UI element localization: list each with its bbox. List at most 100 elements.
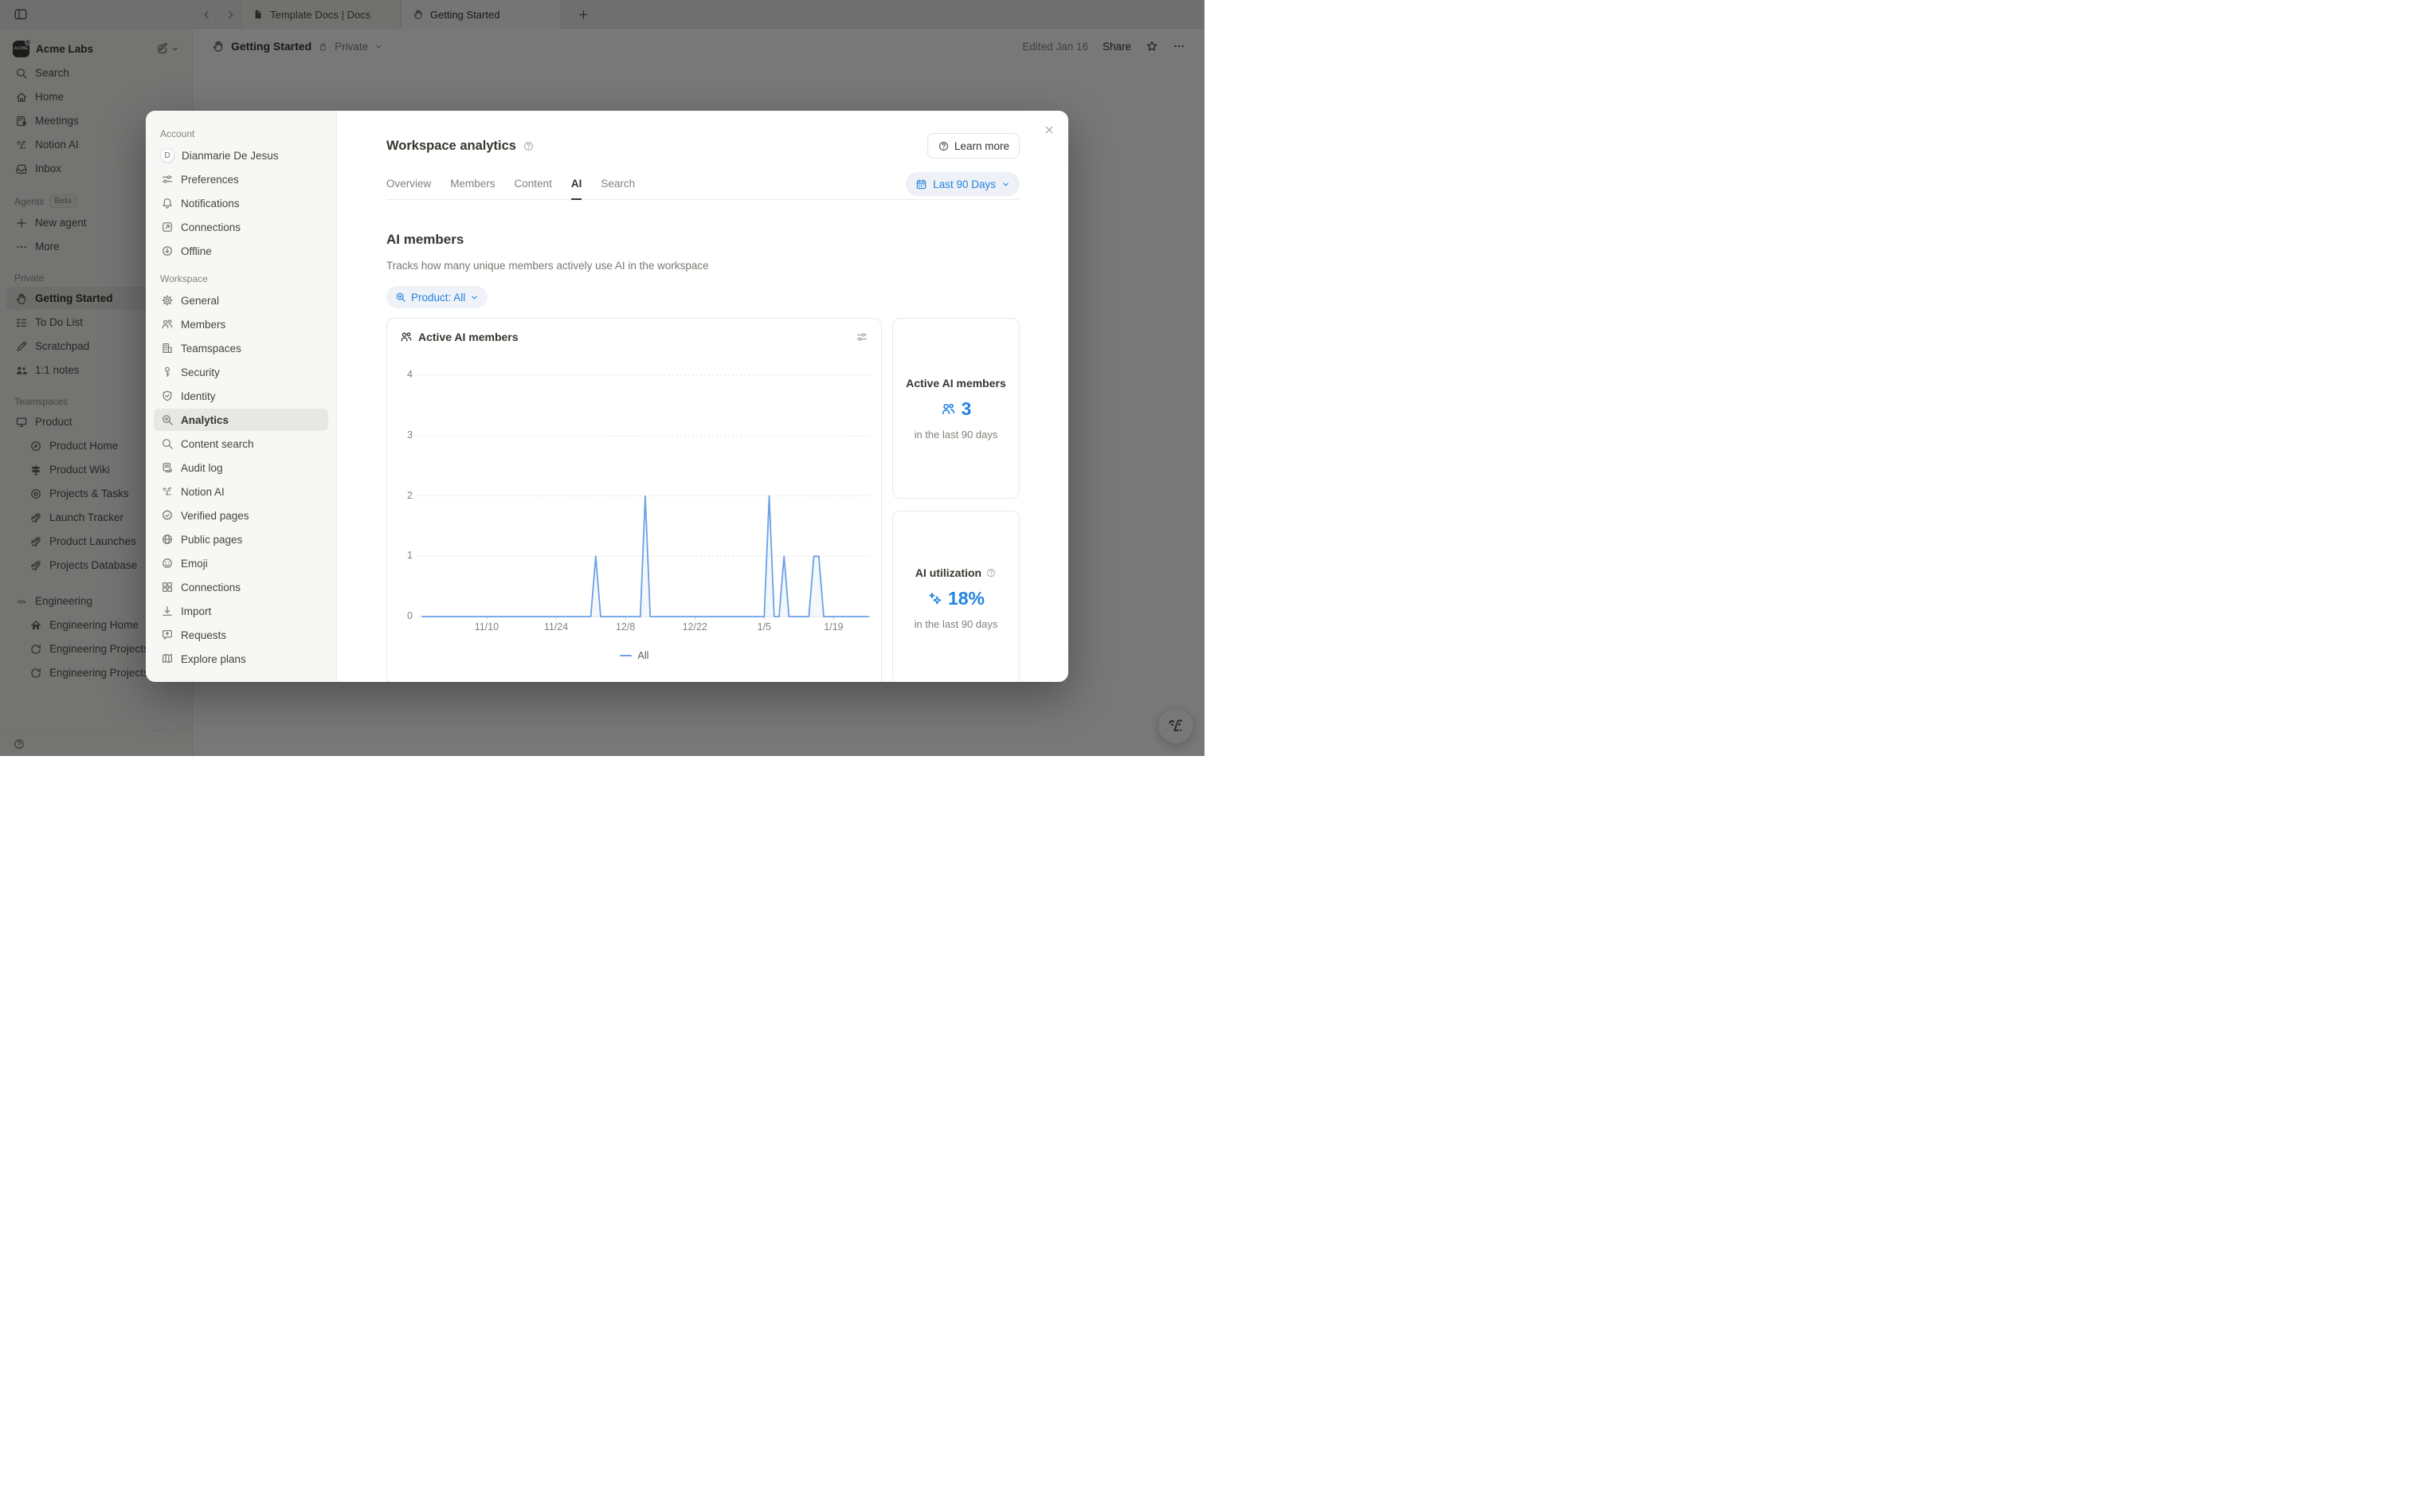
analytics-tab-ai[interactable]: AI xyxy=(571,178,582,200)
settings-menu-item-members[interactable]: Members xyxy=(154,313,328,335)
settings-menu-item-label: Notifications xyxy=(181,198,240,210)
stat-title: AI utilization xyxy=(907,566,1005,579)
legend-label: All xyxy=(638,650,649,661)
chart-legend: All xyxy=(387,650,881,661)
settings-menu-item-label: Audit log xyxy=(181,462,223,474)
settings-menu-item-offline[interactable]: Offline xyxy=(154,240,328,262)
bell-icon xyxy=(160,197,174,210)
settings-menu-item-audit-log[interactable]: Audit log xyxy=(154,456,328,479)
settings-menu-item-label: Preferences xyxy=(181,174,239,186)
zoom-in-icon xyxy=(395,292,406,303)
gear-icon xyxy=(160,294,174,307)
settings-menu-item-notifications[interactable]: Notifications xyxy=(154,192,328,214)
learn-more-button[interactable]: Learn more xyxy=(927,133,1020,159)
y-axis-tick-label: 1 xyxy=(392,550,413,561)
date-range-dropdown[interactable]: Last 90 Days xyxy=(906,172,1020,196)
settings-menu-item-teamspaces[interactable]: Teamspaces xyxy=(154,337,328,359)
settings-menu-item-analytics[interactable]: Analytics xyxy=(154,409,328,431)
help-circle-icon[interactable] xyxy=(523,140,535,152)
settings-menu-item-connections[interactable]: Connections xyxy=(154,576,328,598)
analytics-tab-overview[interactable]: Overview xyxy=(386,178,431,200)
stat-caption: in the last 90 days xyxy=(915,618,998,630)
analytics-tab-members[interactable]: Members xyxy=(450,178,495,200)
section-title: AI members xyxy=(386,232,1020,248)
smiley-icon xyxy=(160,557,174,570)
settings-menu-item-notion-ai[interactable]: Notion AI xyxy=(154,480,328,503)
settings-menu-item-import[interactable]: Import xyxy=(154,600,328,622)
globe-icon xyxy=(160,533,174,546)
ai-utilization-stat-card: AI utilization 18% in the last 90 days xyxy=(892,511,1020,682)
x-axis-tick-label: 1/5 xyxy=(740,621,788,633)
settings-content: Workspace analytics Learn more OverviewM… xyxy=(337,111,1068,682)
settings-menu-item-label: Notion AI xyxy=(181,486,225,498)
settings-menu-item-label: Teamspaces xyxy=(181,343,241,354)
settings-menu-item-dianmarie-de-jesus[interactable]: DDianmarie De Jesus xyxy=(154,144,328,166)
people-icon xyxy=(941,402,956,417)
stat-value: 18% xyxy=(948,588,985,609)
legend-line-swatch xyxy=(620,655,632,656)
stat-value: 3 xyxy=(962,398,972,420)
shield-check-icon xyxy=(160,390,174,402)
settings-modal: Account DDianmarie De Jesus Preferences No… xyxy=(146,111,1068,682)
settings-menu-item-emoji[interactable]: Emoji xyxy=(154,552,328,574)
settings-menu-item-security[interactable]: Security xyxy=(154,361,328,383)
settings-menu-item-label: Import xyxy=(181,605,211,617)
settings-menu-item-label: Connections xyxy=(181,221,241,233)
app-window: Template Docs | DocsGetting Started ACME… xyxy=(0,0,1204,756)
active-ai-members-chart-card: Active AI members 0123411/1011/2412/812/… xyxy=(386,318,882,682)
stat-caption: in the last 90 days xyxy=(915,429,998,441)
settings-menu-item-label: Public pages xyxy=(181,534,242,546)
search-plus-icon xyxy=(160,413,174,426)
settings-menu-item-requests[interactable]: Requests xyxy=(154,624,328,646)
x-axis-tick-label: 12/22 xyxy=(671,621,719,633)
line-chart: 0123411/1011/2412/812/221/51/19 xyxy=(387,319,881,682)
analytics-tab-search[interactable]: Search xyxy=(601,178,635,200)
x-axis-tick-label: 1/19 xyxy=(809,621,857,633)
chevron-down-icon xyxy=(470,293,479,302)
scroll-icon xyxy=(160,461,174,474)
settings-menu-item-label: Security xyxy=(181,366,220,378)
y-axis-tick-label: 3 xyxy=(392,429,413,441)
settings-menu-item-explore-plans[interactable]: Explore plans xyxy=(154,648,328,670)
section-description: Tracks how many unique members actively … xyxy=(386,260,1020,272)
workspace-group-label: Workspace xyxy=(160,273,322,284)
y-axis-tick-label: 2 xyxy=(392,490,413,501)
help-circle-icon xyxy=(938,140,950,152)
settings-menu-item-verified-pages[interactable]: Verified pages xyxy=(154,504,328,527)
settings-menu-item-label: Analytics xyxy=(181,414,229,426)
settings-menu-item-label: Explore plans xyxy=(181,653,246,665)
x-axis-tick-label: 11/24 xyxy=(532,621,580,633)
settings-menu-item-label: Connections xyxy=(181,582,241,593)
active-ai-members-stat-card: Active AI members 3 in the last 90 days xyxy=(892,318,1020,499)
sliders-icon xyxy=(160,173,174,186)
download-icon xyxy=(160,605,174,617)
map-icon xyxy=(160,652,174,665)
ai-face-icon xyxy=(160,485,174,498)
settings-menu-item-preferences[interactable]: Preferences xyxy=(154,168,328,190)
x-axis-tick-label: 11/10 xyxy=(463,621,511,633)
settings-menu-item-connections[interactable]: Connections xyxy=(154,216,328,238)
search-icon xyxy=(160,437,174,450)
message-up-icon xyxy=(160,629,174,641)
close-icon[interactable] xyxy=(1040,121,1058,139)
sparkles-icon xyxy=(927,591,942,606)
x-axis-tick-label: 12/8 xyxy=(601,621,649,633)
y-axis-tick-label: 4 xyxy=(392,369,413,380)
calendar-icon xyxy=(915,178,927,190)
settings-menu-item-label: Requests xyxy=(181,629,226,641)
stat-title: Active AI members xyxy=(898,377,1014,390)
settings-menu-item-identity[interactable]: Identity xyxy=(154,385,328,407)
analytics-tabs: OverviewMembersContentAISearch Last 90 D… xyxy=(386,178,1020,200)
arrow-out-icon xyxy=(160,221,174,233)
settings-menu-item-label: Content search xyxy=(181,438,254,450)
help-circle-icon[interactable] xyxy=(985,567,997,578)
product-filter-dropdown[interactable]: Product: All xyxy=(386,286,488,308)
settings-menu-item-public-pages[interactable]: Public pages xyxy=(154,528,328,550)
avatar: D xyxy=(160,148,174,163)
settings-menu-item-general[interactable]: General xyxy=(154,289,328,311)
settings-menu-item-label: Verified pages xyxy=(181,510,249,522)
account-group-label: Account xyxy=(160,128,322,139)
settings-menu-item-content-search[interactable]: Content search xyxy=(154,433,328,455)
analytics-tab-content[interactable]: Content xyxy=(515,178,552,200)
building-icon xyxy=(160,342,174,354)
